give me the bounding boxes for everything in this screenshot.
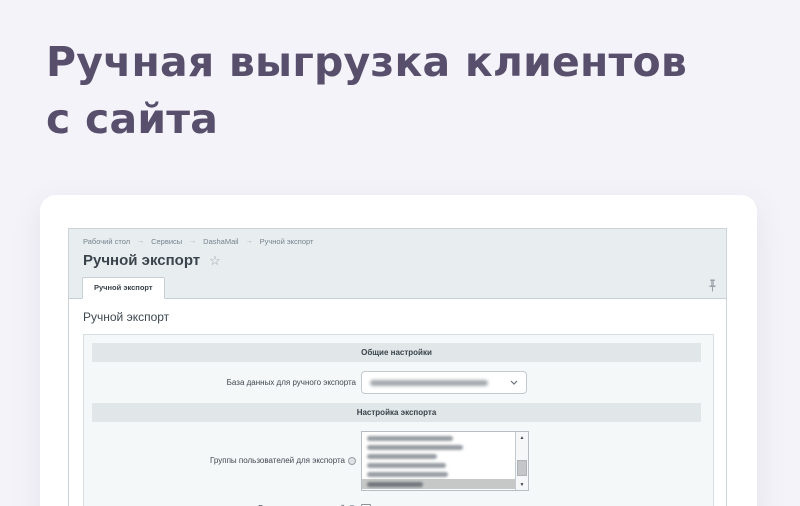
scroll-up-icon[interactable]: ▲ [516, 432, 528, 443]
breadcrumb-separator-icon: → [246, 238, 253, 245]
field-label-text: База данных для ручного экспорта [227, 378, 356, 388]
admin-panel: Рабочий стол → Сервисы → DashaMail → Руч… [68, 228, 727, 506]
favorite-star-icon[interactable]: ☆ [209, 254, 221, 267]
breadcrumb-link-services[interactable]: Сервисы [151, 237, 182, 246]
section-header-export: Настройка экспорта [92, 403, 701, 422]
field-label: База данных для ручного экспорта [92, 378, 356, 388]
breadcrumb-link-dashamail[interactable]: DashaMail [203, 237, 238, 246]
help-icon[interactable] [348, 457, 356, 465]
breadcrumb-current: Ручной экспорт [260, 237, 314, 246]
pin-icon[interactable] [708, 279, 717, 292]
redacted-option[interactable] [362, 443, 515, 452]
redacted-option-selected[interactable] [362, 479, 515, 489]
multiselect-options [362, 432, 515, 490]
breadcrumb-separator-icon: → [137, 238, 144, 245]
redacted-text [367, 454, 437, 459]
scrollbar-thumb[interactable] [517, 460, 527, 476]
redacted-option[interactable] [362, 452, 515, 461]
settings-form: Общие настройки База данных для ручного … [83, 334, 714, 506]
screenshot-card: Рабочий стол → Сервисы → DashaMail → Руч… [40, 195, 757, 506]
field-row-groups: Группы пользователей для экспорта ▲ ▼ [92, 431, 701, 491]
user-groups-multiselect[interactable]: ▲ ▼ [361, 431, 529, 491]
section-header-general: Общие настройки [92, 343, 701, 362]
scroll-down-icon[interactable]: ▼ [516, 479, 528, 490]
field-row-database: База данных для ручного экспорта [92, 371, 701, 394]
breadcrumb: Рабочий стол → Сервисы → DashaMail → Руч… [69, 229, 726, 249]
hero-heading-line2: с сайта [46, 95, 218, 143]
scrollbar[interactable]: ▲ ▼ [515, 432, 528, 490]
redacted-text [367, 445, 463, 450]
redacted-text [367, 482, 423, 487]
admin-header: Рабочий стол → Сервисы → DashaMail → Руч… [69, 229, 726, 299]
chevron-down-icon [510, 380, 518, 385]
breadcrumb-separator-icon: → [189, 238, 196, 245]
tab-bar: Ручной экспорт [69, 275, 726, 299]
redacted-option[interactable] [362, 461, 515, 470]
database-select[interactable] [361, 371, 527, 394]
admin-title-row: Ручной экспорт ☆ [69, 249, 726, 269]
hero-heading-line1: Ручная выгрузка клиентов [46, 38, 687, 86]
redacted-option[interactable] [362, 470, 515, 479]
page: { "page": { "heading_line1": "Ручная выг… [0, 0, 800, 506]
redacted-option[interactable] [362, 434, 515, 443]
hero-heading: Ручная выгрузка клиентов с сайта [46, 34, 766, 148]
tab-manual-export[interactable]: Ручной экспорт [82, 277, 165, 299]
redacted-text [367, 472, 448, 477]
redacted-text [367, 436, 453, 441]
field-label: Группы пользователей для экспорта [92, 456, 356, 466]
breadcrumb-link-desktop[interactable]: Рабочий стол [83, 237, 130, 246]
admin-page-title: Ручной экспорт [83, 252, 200, 269]
form-title: Ручной экспорт [83, 310, 714, 324]
admin-content: Ручной экспорт Общие настройки База данн… [69, 299, 726, 506]
redacted-text [367, 463, 446, 468]
redacted-select-value [370, 380, 488, 386]
field-label-text: Группы пользователей для экспорта [210, 456, 345, 466]
